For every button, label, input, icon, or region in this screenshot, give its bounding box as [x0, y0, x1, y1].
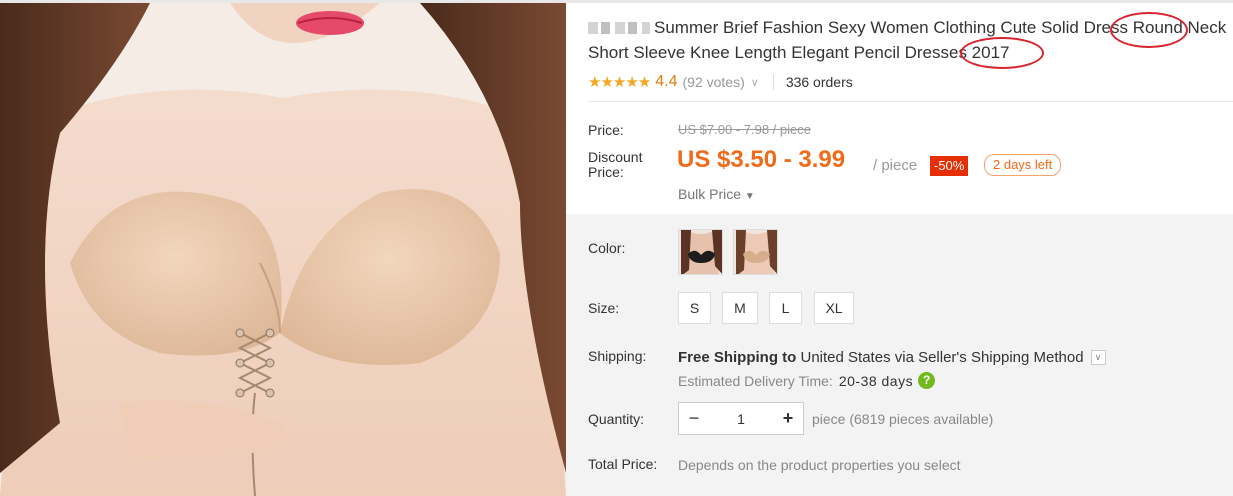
pieces-available: piece (6819 pieces available)	[812, 411, 994, 427]
quantity-decrease-button[interactable]: −	[679, 408, 709, 429]
days-left-badge: 2 days left	[984, 154, 1062, 176]
estimated-delivery: Estimated Delivery Time: 20-38 days ?	[678, 372, 936, 389]
shipping-label: Shipping:	[588, 348, 647, 364]
original-price: US $7.00 - 7.98 / piece	[678, 122, 811, 137]
total-price-note: Depends on the product properties you se…	[678, 457, 961, 473]
blurred-brand	[588, 22, 650, 34]
bulk-price-dropdown[interactable]: Bulk Price ▼	[678, 186, 755, 202]
discount-label-line2: Price:	[588, 164, 624, 180]
color-label: Color:	[588, 240, 626, 256]
discount-label-line1: Discount	[588, 149, 643, 165]
bulk-price-label: Bulk Price	[678, 186, 742, 202]
divider	[588, 101, 1233, 102]
product-title[interactable]: Summer Brief Fashion Sexy Women Clothing…	[588, 15, 1228, 65]
votes-link[interactable]: (92 votes)	[683, 74, 745, 90]
quantity-stepper: − 1 +	[678, 402, 804, 435]
price-label: Price:	[588, 122, 624, 138]
price-unit: / piece	[873, 157, 918, 174]
help-icon[interactable]: ?	[918, 372, 936, 389]
swatch-nude-image	[734, 230, 777, 274]
size-option-xl[interactable]: XL	[814, 292, 854, 324]
caret-down-icon: ▼	[744, 191, 755, 202]
product-title-text: Summer Brief Fashion Sexy Women Clothing…	[588, 18, 1227, 62]
discount-badge: -50%	[930, 156, 969, 176]
quantity-increase-button[interactable]: +	[773, 408, 803, 429]
shipping-method[interactable]: Free Shipping to United States via Selle…	[678, 349, 1106, 366]
quantity-input[interactable]: 1	[709, 411, 773, 427]
product-photo	[0, 3, 566, 496]
chevron-down-icon[interactable]: ∨	[1090, 350, 1106, 365]
orders-count: 336 orders	[785, 74, 853, 90]
star-rating-icon: ★★★★★	[588, 74, 651, 91]
size-option-s[interactable]: S	[678, 292, 711, 324]
size-option-l[interactable]: L	[769, 292, 802, 324]
chevron-down-icon[interactable]: ∨	[751, 76, 759, 89]
discount-price: US $3.50 - 3.99	[677, 146, 846, 173]
rating-row: ★★★★★ 4.4 (92 votes) ∨ 336 orders	[588, 72, 853, 92]
quantity-label: Quantity:	[588, 411, 645, 427]
estimated-delivery-value: 20-38 days	[838, 372, 914, 389]
color-swatch-nude[interactable]	[733, 229, 778, 275]
swatch-black-image	[679, 230, 722, 274]
rating-score: 4.4	[655, 73, 678, 90]
product-image[interactable]	[0, 3, 566, 496]
product-info-panel: Summer Brief Fashion Sexy Women Clothing…	[566, 3, 1233, 496]
size-label: Size:	[588, 300, 620, 316]
total-price-label: Total Price:	[588, 456, 658, 472]
color-swatch-black[interactable]	[678, 229, 723, 275]
free-shipping-text: Free Shipping to	[678, 349, 797, 366]
shipping-destination: United States via Seller's Shipping Meth…	[796, 349, 1084, 366]
estimated-delivery-label: Estimated Delivery Time:	[678, 372, 833, 389]
size-option-m[interactable]: M	[722, 292, 758, 324]
separator	[772, 74, 774, 90]
